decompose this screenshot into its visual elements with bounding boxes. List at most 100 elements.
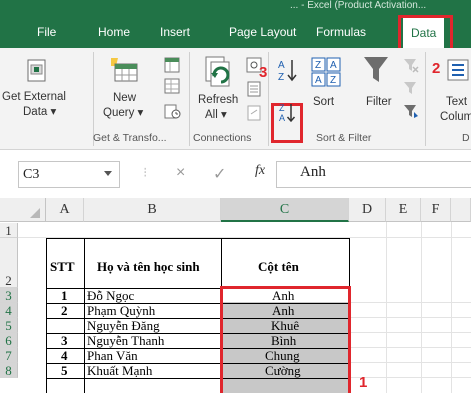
sort-dialog-icon[interactable]: Z A A Z: [310, 56, 342, 88]
column-header-b[interactable]: B: [84, 198, 221, 222]
table-border: [84, 238, 85, 393]
table-border: [46, 378, 349, 379]
title-bar: ... - Excel (Product Activation...: [0, 0, 471, 16]
svg-text:A: A: [330, 60, 337, 71]
cell-stt[interactable]: 3: [61, 334, 68, 348]
ribbon-separator: [268, 52, 269, 146]
header-student-name: Họ và tên học sinh: [97, 259, 200, 274]
cell-student-name[interactable]: Khuất Mạnh: [87, 364, 152, 378]
gridline: [349, 347, 471, 348]
filter-icon[interactable]: [362, 54, 390, 86]
cell-student-name[interactable]: Nguyễn Đăng: [87, 319, 160, 333]
get-external-data-label[interactable]: Get External: [2, 90, 66, 104]
gridline: [421, 222, 422, 393]
gridline: [349, 317, 471, 318]
tab-data[interactable]: Data: [403, 18, 445, 48]
row-header-5[interactable]: 5: [0, 318, 18, 333]
text-to-columns-icon[interactable]: [446, 58, 471, 82]
row-header-2[interactable]: 2: [0, 238, 18, 288]
ribbon-tab-row: File Home Insert Page Layout Formulas Da…: [0, 16, 471, 48]
new-query-label-2[interactable]: Query ▾: [103, 106, 143, 120]
clear-filter-icon[interactable]: [402, 56, 420, 74]
cell-name[interactable]: Chung: [265, 349, 300, 363]
reapply-filter-icon[interactable]: [402, 79, 420, 97]
advanced-filter-icon[interactable]: [402, 102, 420, 120]
row-header-6[interactable]: 6: [0, 333, 18, 348]
table-border: [349, 238, 350, 393]
tab-insert[interactable]: Insert: [160, 16, 190, 48]
enter-icon[interactable]: ✓: [213, 164, 226, 184]
column-header-e[interactable]: E: [386, 198, 421, 222]
column-header-c[interactable]: C: [221, 198, 349, 222]
tab-page-layout[interactable]: Page Layout: [229, 16, 296, 48]
new-query-label[interactable]: New: [113, 91, 136, 105]
cell-stt[interactable]: 2: [61, 304, 68, 318]
cell-stt[interactable]: 4: [61, 349, 68, 363]
filter-label[interactable]: Filter: [366, 95, 392, 109]
row-header-4[interactable]: 4: [0, 303, 18, 318]
annotation-step-1: 1: [359, 374, 368, 391]
ribbon-separator: [425, 52, 426, 146]
chevron-down-icon[interactable]: [104, 171, 112, 176]
group-get-transform-label: Get & Transfo...: [93, 132, 167, 144]
svg-text:A: A: [279, 113, 285, 123]
column-header-a[interactable]: A: [46, 198, 84, 222]
cell-stt[interactable]: 5: [61, 364, 68, 378]
cell-stt[interactable]: 1: [61, 289, 68, 303]
tab-formulas[interactable]: Formulas: [316, 16, 366, 48]
new-query-icon[interactable]: [106, 54, 140, 84]
row-header-8[interactable]: 8: [0, 363, 18, 378]
column-header-d[interactable]: D: [349, 198, 386, 222]
refresh-all-icon[interactable]: [203, 54, 237, 88]
svg-text:Z: Z: [278, 72, 284, 83]
edit-links-icon[interactable]: [245, 104, 263, 122]
gridline: [349, 332, 471, 333]
row-header-3[interactable]: 3: [0, 288, 18, 303]
show-queries-icon[interactable]: [163, 56, 181, 74]
worksheet-grid[interactable]: A B C D E F 1 2 3 4 5 6 7 8 STT Họ và tê…: [0, 198, 471, 393]
cell-student-name[interactable]: Nguyễn Thanh: [87, 334, 164, 348]
name-box[interactable]: C3: [18, 161, 120, 188]
formula-input-value: Anh: [300, 164, 326, 180]
select-all-corner[interactable]: [0, 198, 46, 222]
sort-label[interactable]: Sort: [313, 95, 334, 109]
cell-student-name[interactable]: Phan Văn: [87, 349, 138, 363]
cell-name[interactable]: Khuê: [271, 319, 299, 333]
get-external-data-label-2[interactable]: Data ▾: [23, 105, 56, 119]
table-border: [221, 238, 222, 393]
gridline: [349, 302, 471, 303]
formula-bar-divider-icon: ⁝: [143, 164, 148, 180]
insert-function-icon[interactable]: fx: [255, 163, 265, 179]
from-table-icon[interactable]: [163, 77, 181, 95]
row-header-7[interactable]: 7: [0, 348, 18, 363]
cell-name[interactable]: Anh: [272, 289, 294, 303]
cell-name[interactable]: Bình: [271, 334, 296, 348]
name-box-value: C3: [23, 167, 40, 182]
tab-file[interactable]: File: [37, 16, 56, 48]
text-to-columns-label[interactable]: Text: [446, 95, 467, 109]
recent-sources-icon[interactable]: [163, 102, 181, 120]
gridline: [451, 222, 452, 393]
refresh-all-label-2[interactable]: All ▾: [205, 108, 227, 122]
cell-student-name[interactable]: Đỗ Ngọc: [87, 289, 134, 303]
annotation-step-2: 2: [432, 60, 441, 77]
column-header-next[interactable]: [451, 198, 471, 222]
properties-icon[interactable]: [245, 80, 263, 98]
ribbon: Get External Data ▾ New Query ▾ Get & Tr…: [0, 48, 471, 150]
cell-name[interactable]: Cường: [265, 364, 301, 378]
cancel-icon[interactable]: ×: [176, 164, 185, 182]
cell-name[interactable]: Anh: [272, 304, 294, 318]
column-header-f[interactable]: F: [421, 198, 451, 222]
tab-home[interactable]: Home: [98, 16, 130, 48]
svg-text:A: A: [278, 60, 285, 71]
sort-z-to-a-icon[interactable]: Z A: [277, 102, 297, 124]
sort-a-to-z-icon[interactable]: A Z: [276, 57, 298, 83]
text-to-columns-label-2[interactable]: Colum: [440, 110, 471, 124]
cell-student-name[interactable]: Phạm Quỳnh: [87, 304, 155, 318]
group-connections-label: Connections: [193, 132, 252, 144]
header-stt: STT: [50, 259, 75, 274]
get-external-data-icon[interactable]: [24, 58, 50, 84]
row-header-1[interactable]: 1: [0, 223, 18, 238]
refresh-all-label[interactable]: Refresh: [198, 93, 238, 107]
window-title: ... - Excel (Product Activation...: [290, 0, 427, 11]
